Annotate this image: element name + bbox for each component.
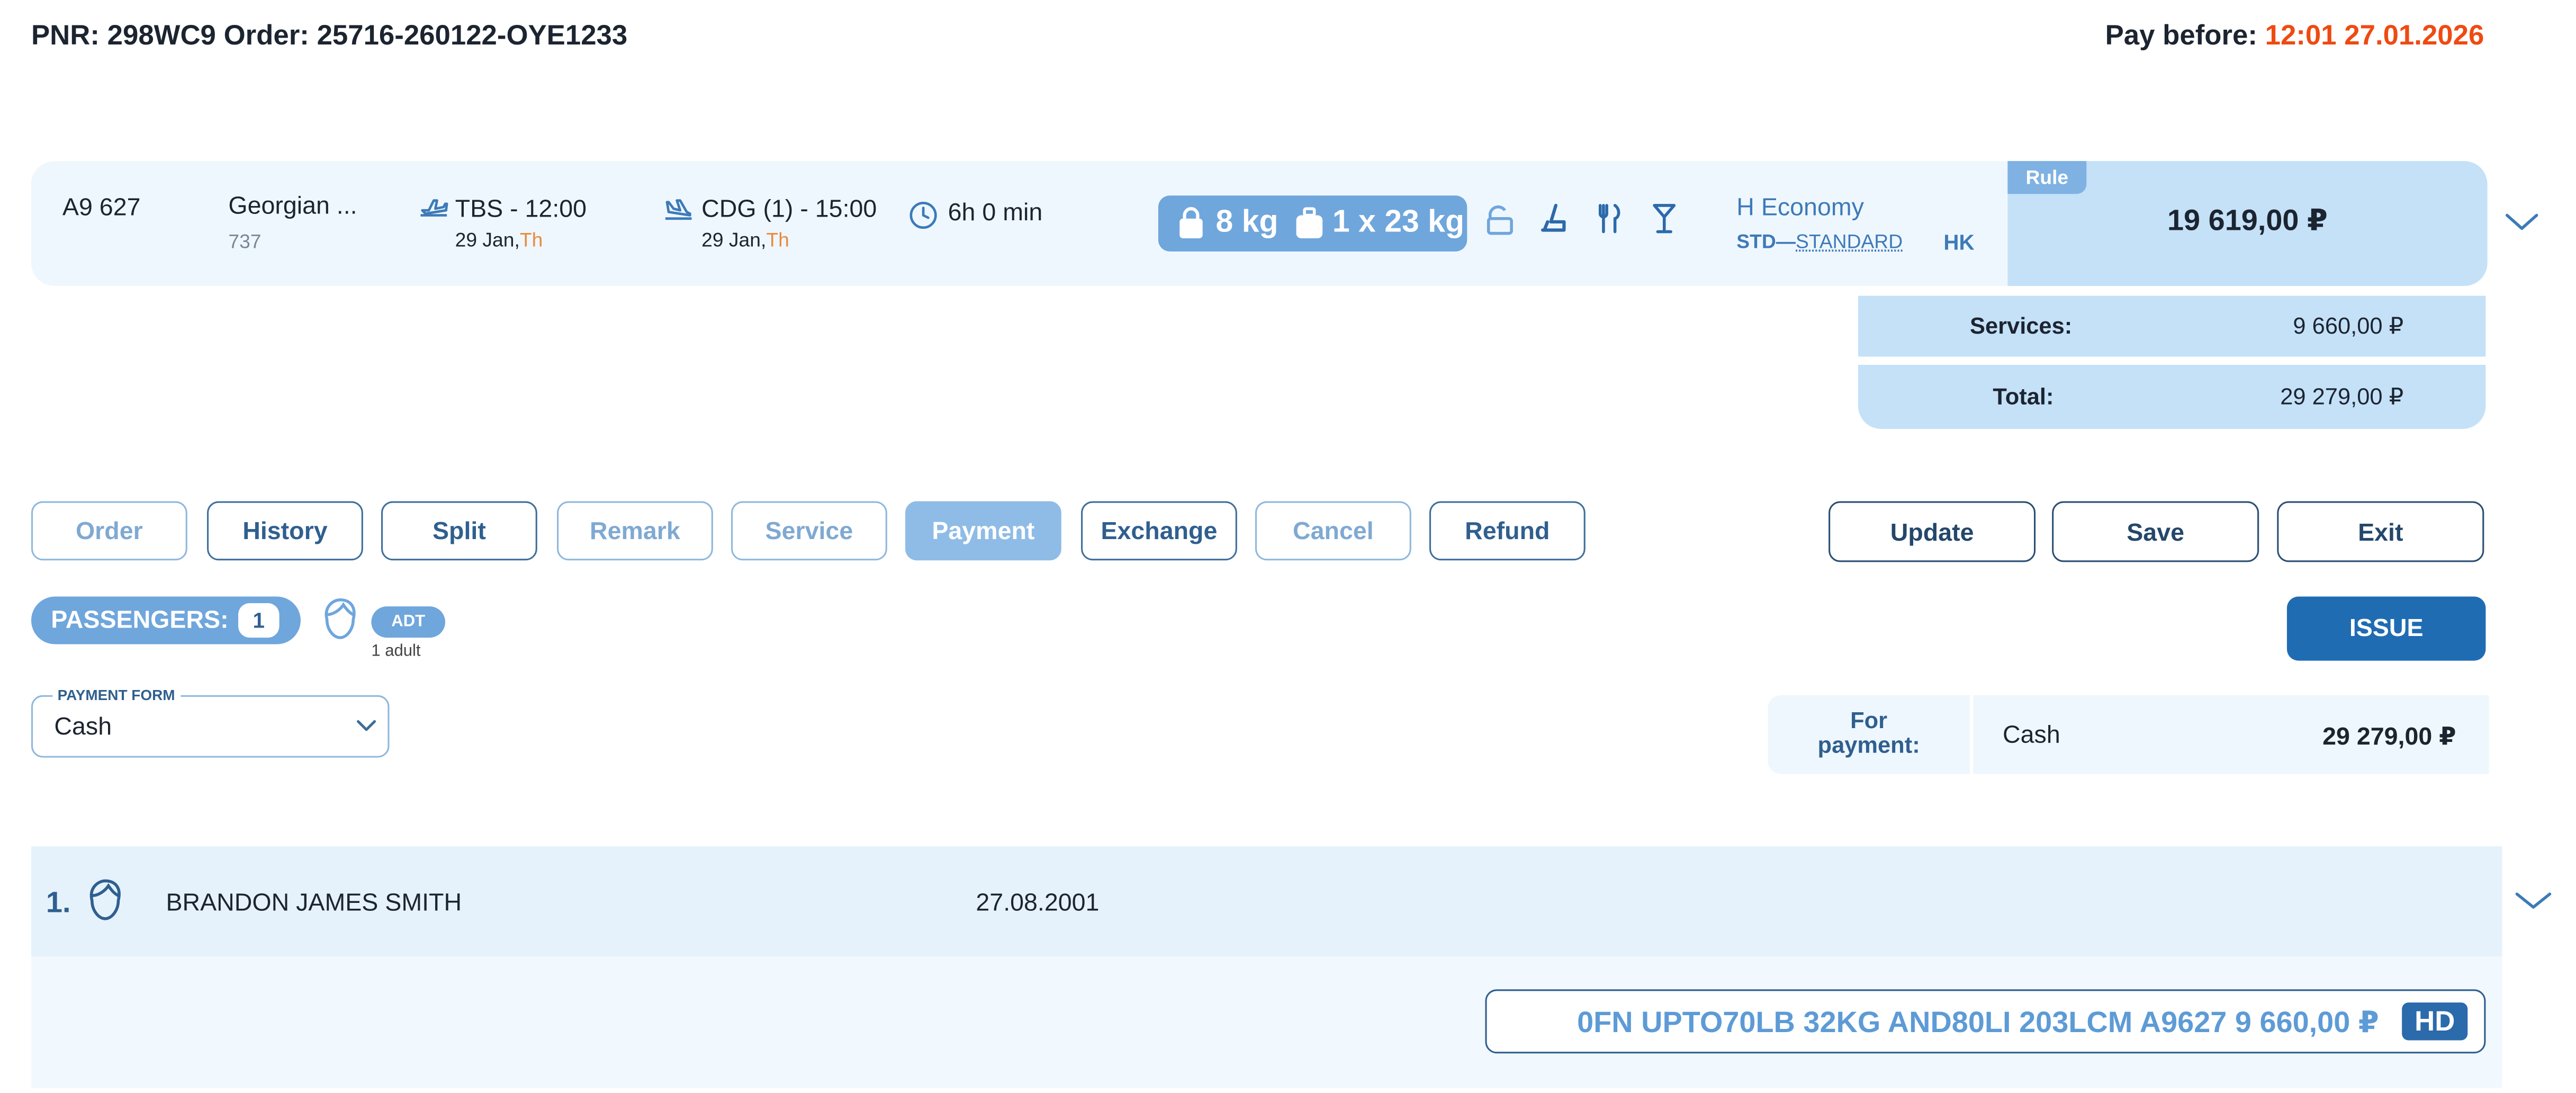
tab-remark[interactable]: Remark xyxy=(557,501,713,561)
service-status-tag: HD xyxy=(2402,1002,2468,1041)
order-label: Order: xyxy=(223,20,309,51)
pay-before-time: 12:01 27.01.2026 xyxy=(2265,20,2484,51)
passengers-counter: PASSENGERS: 1 xyxy=(31,596,301,644)
tab-refund[interactable]: Refund xyxy=(1429,501,1586,561)
person-face-icon xyxy=(89,879,121,920)
save-button[interactable]: Save xyxy=(2052,501,2259,562)
passenger-index: 1. xyxy=(46,885,71,919)
grand-total-row: Total: 29 279,00 ₽ xyxy=(1858,364,2486,429)
drink-icon[interactable] xyxy=(1651,202,1678,235)
services-label: Services: xyxy=(1969,312,2073,339)
order-header: PNR: 298WC9 Order: 25716-260122-OYE1233 xyxy=(31,20,627,52)
pay-deadline: Pay before: 12:01 27.01.2026 xyxy=(2105,20,2484,52)
chevron-down-icon xyxy=(357,720,376,731)
airline-name: Georgian ... xyxy=(228,192,357,220)
passenger-dob: 27.08.2001 xyxy=(976,889,1100,917)
arrival-info: CDG (1) - 15:00 xyxy=(701,195,877,224)
service-item[interactable]: 0FN UPTO70LB 32KG AND80LI 203LCM A9627 9… xyxy=(1485,989,2486,1054)
passenger-type-badge: ADT xyxy=(371,606,446,638)
tab-split[interactable]: Split xyxy=(381,501,537,561)
chevron-down-icon[interactable] xyxy=(2514,889,2553,912)
departure-info: TBS - 12:00 xyxy=(455,195,587,224)
pnr-value: 298WC9 xyxy=(107,20,216,51)
arrival-date: 29 Jan,Th xyxy=(701,228,789,252)
fare-price-box: Rule 19 619,00 ₽ xyxy=(2007,161,2488,286)
flight-duration: 6h 0 min xyxy=(948,199,1043,227)
service-description: 0FN UPTO70LB 32KG AND80LI 203LCM A9627 9… xyxy=(1577,1006,2379,1039)
pay-before-label: Pay before: xyxy=(2105,20,2257,51)
tab-order[interactable]: Order xyxy=(31,501,187,561)
pnr-label: PNR: xyxy=(31,20,100,51)
passenger-row[interactable]: 1. BRANDON JAMES SMITH 27.08.2001 xyxy=(31,846,2502,957)
services-total-row: Services: 9 660,00 ₽ xyxy=(1858,295,2486,357)
person-face-icon xyxy=(325,598,356,639)
update-button[interactable]: Update xyxy=(1829,501,2036,562)
issue-button[interactable]: ISSUE xyxy=(2286,596,2486,661)
unlock-icon[interactable] xyxy=(1483,204,1516,237)
tab-payment[interactable]: Payment xyxy=(905,501,1061,561)
tab-cancel[interactable]: Cancel xyxy=(1255,501,1411,561)
payment-form-label: PAYMENT FORM xyxy=(52,687,180,704)
passenger-name: BRANDON JAMES SMITH xyxy=(166,889,462,917)
payment-form-value: Cash xyxy=(54,713,112,741)
exit-button[interactable]: Exit xyxy=(2277,501,2484,562)
flight-segment-card[interactable]: A9 627 Georgian ... 737 TBS - 12:00 29 J… xyxy=(31,161,2488,286)
passenger-count: 1 xyxy=(238,603,280,638)
fare-basis: STD—STANDARD xyxy=(1736,230,1903,253)
payment-amount: 29 279,00 ₽ xyxy=(2322,723,2456,751)
bag-icon xyxy=(1179,207,1203,238)
fare-rule-button[interactable]: Rule xyxy=(2007,161,2087,194)
tab-service[interactable]: Service xyxy=(731,501,887,561)
booking-status: HK xyxy=(1943,230,1975,255)
tab-history[interactable]: History xyxy=(207,501,363,561)
baggage-allowance: 8 kg 1 x 23 kg xyxy=(1158,195,1467,252)
passenger-services-panel: 0FN UPTO70LB 32KG AND80LI 203LCM A9627 9… xyxy=(31,956,2502,1088)
for-payment-summary: For payment: Cash 29 279,00 ₽ xyxy=(1768,695,2489,774)
passengers-label: PASSENGERS: xyxy=(51,606,229,634)
payment-form-select[interactable]: PAYMENT FORM Cash xyxy=(31,687,390,758)
flight-number: A9 627 xyxy=(62,194,141,222)
payment-method: Cash xyxy=(2003,721,2060,750)
seat-icon[interactable] xyxy=(1538,202,1571,235)
meal-icon[interactable] xyxy=(1595,202,1625,235)
chevron-down-icon[interactable] xyxy=(2504,210,2540,233)
for-payment-label: For payment: xyxy=(1817,706,1920,758)
departure-plane-icon xyxy=(420,199,448,217)
passenger-type-note: 1 adult xyxy=(371,642,421,661)
services-value: 9 660,00 ₽ xyxy=(2293,312,2404,339)
arrival-plane-icon xyxy=(665,199,692,220)
hand-baggage-weight: 8 kg xyxy=(1215,205,1278,240)
checked-baggage-weight: 1 x 23 kg xyxy=(1332,205,1465,240)
tab-exchange[interactable]: Exchange xyxy=(1081,501,1237,561)
suitcase-icon xyxy=(1296,207,1323,238)
for-payment-detail: Cash 29 279,00 ₽ xyxy=(1969,695,2489,774)
fare-price: 19 619,00 ₽ xyxy=(2167,203,2328,237)
total-label: Total: xyxy=(1993,383,2054,409)
order-value: 25716-260122-OYE1233 xyxy=(317,20,628,51)
aircraft-type: 737 xyxy=(228,230,262,253)
cabin-class: H Economy xyxy=(1736,194,1864,222)
clock-icon xyxy=(909,201,937,229)
departure-date: 29 Jan,Th xyxy=(455,228,543,252)
total-value: 29 279,00 ₽ xyxy=(2280,383,2404,409)
